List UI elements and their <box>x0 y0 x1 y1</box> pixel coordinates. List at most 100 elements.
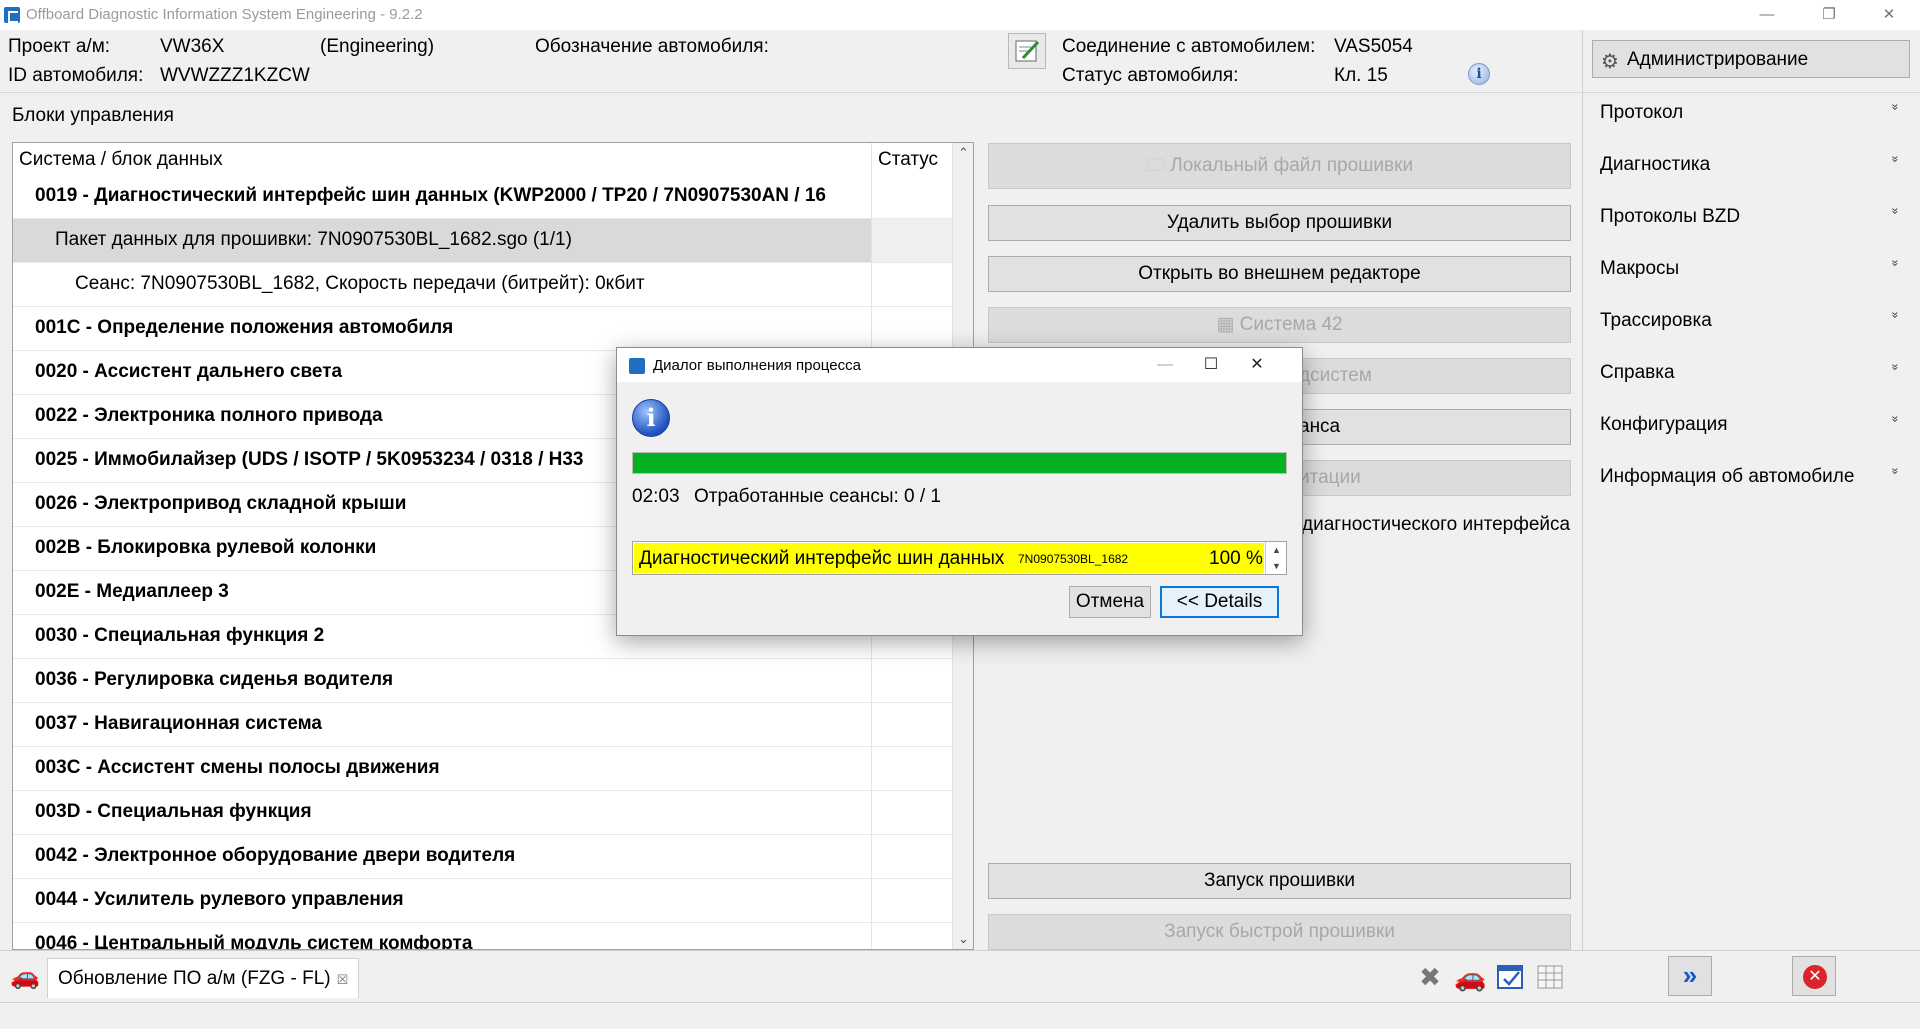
header-divider <box>0 92 1582 93</box>
tree-row-status <box>871 175 952 218</box>
close-window-button[interactable]: ✕ <box>1866 0 1912 30</box>
grid-icon[interactable] <box>1534 962 1566 992</box>
dialog-minimize-button[interactable]: — <box>1142 348 1188 382</box>
open-external-editor-button[interactable]: Открыть во внешнем редакторе <box>988 256 1571 292</box>
vehicle-id-label: ID автомобиля: <box>8 65 144 86</box>
menu-item[interactable]: Трассировка » <box>1592 298 1912 342</box>
tree-row-status <box>871 219 952 262</box>
tree-row-label: 0037 - Навигационная система <box>35 713 322 734</box>
menu-item-label: Протокол <box>1600 102 1684 123</box>
menu-item-label: Диагностика <box>1600 154 1711 175</box>
double-chevron-right-icon: » <box>1682 960 1698 990</box>
minimize-button[interactable]: — <box>1744 0 1790 30</box>
process-item-name: Диагностический интерфейс шин данных <box>639 548 1005 569</box>
chevron-down-icon[interactable]: » <box>1888 416 1902 423</box>
tree-row-status <box>871 263 952 306</box>
menu-item[interactable]: Справка » <box>1592 350 1912 394</box>
scroll-down-icon[interactable]: ⌄ <box>953 929 973 949</box>
car-icon: 🚗 <box>10 963 40 990</box>
tree-row[interactable]: 0046 - Центральный модуль систем комфорт… <box>13 923 952 949</box>
tree-row[interactable]: 0019 - Диагностический интерфейс шин дан… <box>13 175 952 219</box>
menu-item[interactable]: Информация об автомобиле » <box>1592 454 1912 498</box>
forward-button[interactable]: » <box>1668 956 1712 996</box>
item-list-scroller[interactable]: ▲ ▼ <box>1265 542 1286 574</box>
exit-button[interactable]: ✕ <box>1792 956 1836 996</box>
tree-row-label: 0022 - Электроника полного привода <box>35 405 383 426</box>
process-item-list[interactable]: Диагностический интерфейс шин данных 7N0… <box>632 541 1287 575</box>
info-icon[interactable]: i <box>1468 63 1490 85</box>
start-flash-button[interactable]: Запуск прошивки <box>988 863 1571 899</box>
edit-designation-button[interactable] <box>1008 33 1046 69</box>
gear-icon: ⚙ <box>1601 51 1619 73</box>
chevron-down-icon[interactable]: » <box>1888 156 1902 163</box>
tree-row[interactable]: 001C - Определение положения автомобиля <box>13 307 952 351</box>
deselect-flash-button[interactable]: Удалить выбор прошивки <box>988 205 1571 241</box>
tree-row[interactable]: 003C - Ассистент смены полосы движения <box>13 747 952 791</box>
chevron-down-icon[interactable]: » <box>1888 260 1902 267</box>
tree-row-status <box>871 307 952 350</box>
chevron-down-icon[interactable]: » <box>1888 104 1902 111</box>
column-header-system: Система / блок данных <box>19 149 223 170</box>
tree-row-label: 0042 - Электронное оборудование двери во… <box>35 845 516 866</box>
chevron-down-icon[interactable]: » <box>1888 312 1902 319</box>
tree-row[interactable]: 003D - Специальная функция <box>13 791 952 835</box>
checklist-icon[interactable] <box>1494 962 1526 992</box>
dialog-close-button[interactable]: ✕ <box>1234 348 1280 382</box>
dialog-maximize-button[interactable]: ☐ <box>1188 348 1234 382</box>
status-bar <box>0 1002 1920 1029</box>
tree-row[interactable]: 0036 - Регулировка сиденья водителя <box>13 659 952 703</box>
vehicle-id-value: WVWZZZ1KZCW <box>160 65 310 86</box>
tree-row-label: 0044 - Усилитель рулевого управления <box>35 889 404 910</box>
menu-item[interactable]: Протоколы BZD » <box>1592 194 1912 238</box>
tree-row[interactable]: 0044 - Усилитель рулевого управления <box>13 879 952 923</box>
start-fast-flash-button[interactable]: Запуск быстрой прошивки <box>988 914 1571 950</box>
scroll-up-icon[interactable]: ▲ <box>1266 542 1287 558</box>
menu-item-label: Макросы <box>1600 258 1680 279</box>
menu-item[interactable]: Протокол » <box>1592 90 1912 134</box>
scroll-up-icon[interactable]: ⌃ <box>953 143 973 163</box>
tree-row[interactable]: 0042 - Электронное оборудование двери во… <box>13 835 952 879</box>
details-button[interactable]: << Details <box>1160 586 1279 618</box>
tab-close-icon[interactable]: ☒ <box>337 972 349 987</box>
project-label: Проект а/м: <box>8 36 111 57</box>
scroll-down-icon[interactable]: ▼ <box>1266 558 1287 574</box>
right-panel-divider <box>1582 30 1583 950</box>
chevron-down-icon[interactable]: » <box>1888 208 1902 215</box>
sessions-processed: Отработанные сеансы: 0 / 1 <box>694 486 941 507</box>
tree-row-label: 0020 - Ассистент дальнего света <box>35 361 343 382</box>
system-42-button[interactable]: ▦ Система 42 <box>988 307 1571 343</box>
process-item-percent: 100 % <box>1209 548 1263 569</box>
vehicle-icon[interactable]: 🚗 <box>1454 962 1486 992</box>
chevron-down-icon[interactable]: » <box>1888 364 1902 371</box>
cancel-button[interactable]: Отмена <box>1069 586 1151 618</box>
tree-row[interactable]: Сеанс: 7N0907530BL_1682, Скорость переда… <box>13 263 952 307</box>
tab-vehicle-software-update[interactable]: Обновление ПО а/м (FZG - FL) ☒ <box>47 958 360 998</box>
local-flash-file-button[interactable]: 🗀 Локальный файл прошивки <box>988 143 1571 189</box>
tree-row-status <box>871 923 952 949</box>
tree-row-label: 0025 - Иммобилайзер (UDS / ISOTP / 5K095… <box>35 449 584 470</box>
control-units-title: Блоки управления <box>12 105 174 126</box>
elapsed-time: 02:03 <box>632 486 680 507</box>
edit-note-icon <box>1015 40 1040 62</box>
process-dialog: Диалог выполнения процесса — ☐ ✕ i 02:03… <box>616 347 1303 636</box>
chevron-down-icon[interactable]: » <box>1888 468 1902 475</box>
project-value: VW36X <box>160 36 225 57</box>
close-icon: ✕ <box>1803 965 1827 989</box>
disconnect-icon[interactable]: ✖ <box>1414 962 1446 992</box>
project-mode: (Engineering) <box>320 36 435 57</box>
app-icon <box>4 7 20 23</box>
tree-row-status <box>871 835 952 878</box>
menu-item-label: Конфигурация <box>1600 414 1728 435</box>
restore-button[interactable]: ❐ <box>1806 0 1852 30</box>
tree-row[interactable]: Пакет данных для прошивки: 7N0907530BL_1… <box>13 219 952 263</box>
tree-row-status <box>871 879 952 922</box>
diagnostic-interface-label: диагностического интерфейса <box>1302 514 1571 535</box>
process-progress-bar <box>632 452 1287 474</box>
menu-item[interactable]: Диагностика » <box>1592 142 1912 186</box>
tree-row-status <box>871 791 952 834</box>
menu-item[interactable]: Макросы » <box>1592 246 1912 290</box>
administration-button[interactable]: ⚙ Администрирование <box>1592 40 1910 78</box>
menu-item[interactable]: Конфигурация » <box>1592 402 1912 446</box>
menu-item-label: Трассировка <box>1600 310 1712 331</box>
tree-row[interactable]: 0037 - Навигационная система <box>13 703 952 747</box>
